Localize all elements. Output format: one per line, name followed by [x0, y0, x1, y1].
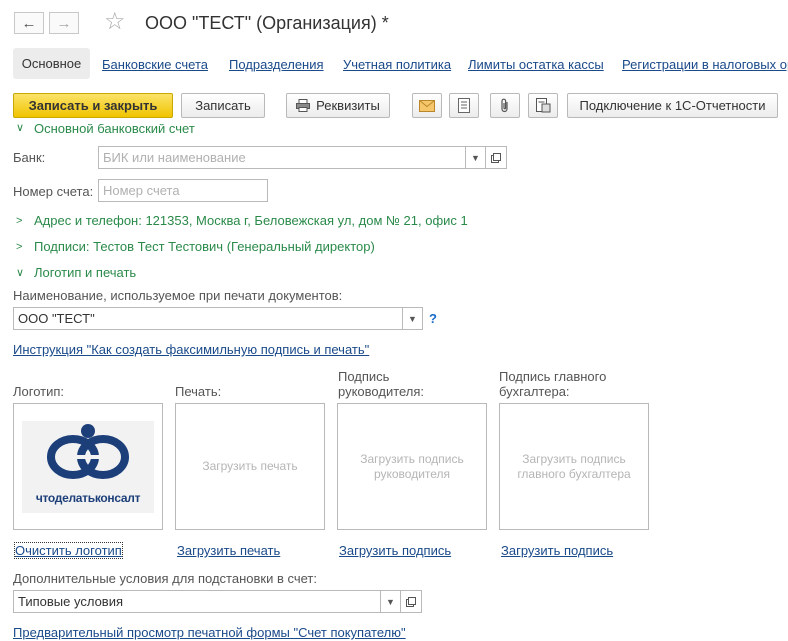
instruction-link[interactable]: Инструкция "Как создать факсимильную под… — [13, 342, 369, 357]
favorite-star-icon[interactable]: ☆ — [104, 10, 126, 34]
logo-text: чтоделатьконсалт — [35, 490, 141, 505]
open-window-icon — [406, 596, 416, 607]
stamp-image-box[interactable]: Загрузить печать — [175, 403, 325, 530]
logo-section-toggle[interactable]: ∨ Логотип и печать — [16, 265, 136, 280]
document-report-icon — [535, 98, 550, 113]
chevron-right-icon: > — [16, 240, 23, 253]
logo-section-label: Логотип и печать — [34, 265, 137, 280]
load-chief-signature-link[interactable]: Загрузить подпись — [501, 543, 613, 558]
save-and-close-button[interactable]: Записать и закрыть — [13, 93, 173, 118]
print-name-input[interactable]: ООО "ТЕСТ" — [13, 307, 403, 330]
chevron-down-icon: ▼ — [408, 313, 417, 324]
chevron-down-icon: ▼ — [386, 596, 395, 607]
chief-accountant-signature-label: Подпись главного бухгалтера: — [499, 369, 607, 399]
forward-button[interactable]: → — [49, 12, 79, 34]
extra-terms-open-button[interactable] — [401, 590, 422, 613]
bank-section-toggle[interactable]: ∨ Основной банковский счет — [16, 124, 195, 140]
email-button[interactable] — [412, 93, 442, 118]
report-button[interactable] — [528, 93, 558, 118]
stamp-label: Печать: — [175, 384, 222, 399]
page-title: ООО "ТЕСТ" (Организация) * — [145, 13, 389, 33]
tab-main[interactable]: Основное — [13, 48, 90, 79]
save-button[interactable]: Записать — [181, 93, 265, 118]
logo-image-box[interactable]: чтоделатьконсалт — [13, 403, 163, 530]
address-section-label: Адрес и телефон: 121353, Москва г, Белов… — [34, 213, 468, 228]
arrow-left-icon: ← — [21, 14, 37, 32]
account-number-input[interactable]: Номер счета — [98, 179, 268, 202]
envelope-icon — [419, 99, 435, 112]
tab-bank-accounts[interactable]: Банковские счета — [102, 57, 208, 72]
print-name-dropdown-button[interactable]: ▼ — [402, 307, 423, 330]
load-stamp-link[interactable]: Загрузить печать — [177, 543, 280, 558]
company-logo: чтоделатьконсалт — [22, 420, 154, 513]
chevron-right-icon: > — [16, 214, 23, 227]
arrow-right-icon: → — [56, 14, 72, 32]
tab-tax-registrations[interactable]: Регистрации в налоговых ор — [622, 57, 788, 72]
chief-accountant-signature-box[interactable]: Загрузить подпись главного бухгалтера — [499, 403, 649, 530]
chief-accountant-placeholder: Загрузить подпись главного бухгалтера — [517, 451, 631, 481]
signatures-section-toggle[interactable]: > Подписи: Тестов Тест Тестович (Генерал… — [16, 239, 375, 254]
list-button[interactable] — [449, 93, 479, 118]
save-and-close-label: Записать и закрыть — [28, 98, 158, 113]
bank-input[interactable]: БИК или наименование — [98, 146, 466, 169]
address-section-toggle[interactable]: > Адрес и телефон: 121353, Москва г, Бел… — [16, 213, 468, 228]
head-signature-box[interactable]: Загрузить подпись руководителя — [337, 403, 487, 530]
bank-dropdown-button[interactable]: ▼ — [465, 146, 486, 169]
bank-section-label: Основной банковский счет — [34, 124, 195, 136]
extra-terms-label: Дополнительные условия для подстановки в… — [13, 571, 317, 586]
tab-cash-limits[interactable]: Лимиты остатка кассы — [468, 57, 604, 72]
logo-label: Логотип: — [13, 384, 65, 399]
print-name-label: Наименование, используемое при печати до… — [13, 288, 343, 303]
account-number-label: Номер счета: — [13, 184, 94, 199]
preview-print-form-link[interactable]: Предварительный просмотр печатной формы … — [13, 625, 406, 640]
signatures-section-label: Подписи: Тестов Тест Тестович (Генеральн… — [34, 239, 375, 254]
logo-emblem-icon — [47, 423, 129, 479]
extra-terms-dropdown-button[interactable]: ▼ — [380, 590, 401, 613]
help-icon[interactable]: ? — [429, 311, 437, 326]
save-label: Записать — [195, 98, 251, 113]
chevron-down-icon: ∨ — [16, 267, 25, 279]
load-head-signature-link[interactable]: Загрузить подпись — [339, 543, 451, 558]
clear-logo-link[interactable]: Очистить логотип — [14, 542, 123, 559]
requisites-label: Реквизиты — [316, 98, 380, 113]
bank-open-button[interactable] — [486, 146, 507, 169]
document-list-icon — [458, 98, 470, 113]
extra-terms-input[interactable]: Типовые условия — [13, 590, 381, 613]
printer-icon — [296, 99, 311, 112]
open-window-icon — [491, 152, 501, 163]
attach-button[interactable] — [490, 93, 520, 118]
requisites-button[interactable]: Реквизиты — [286, 93, 390, 118]
bank-label: Банк: — [13, 150, 46, 165]
head-signature-label: Подпись руководителя: — [338, 369, 425, 399]
back-button[interactable]: ← — [14, 12, 44, 34]
connect-1c-reporting-button[interactable]: Подключение к 1С-Отчетности — [567, 93, 778, 118]
connect-label: Подключение к 1С-Отчетности — [579, 98, 766, 113]
head-signature-placeholder: Загрузить подпись руководителя — [360, 451, 464, 481]
tab-accounting-policy[interactable]: Учетная политика — [343, 57, 451, 72]
stamp-placeholder: Загрузить печать — [202, 459, 298, 473]
tab-departments[interactable]: Подразделения — [229, 57, 324, 72]
paperclip-icon — [501, 98, 508, 113]
chevron-down-icon: ∨ — [16, 124, 25, 134]
chevron-down-icon: ▼ — [471, 152, 480, 163]
